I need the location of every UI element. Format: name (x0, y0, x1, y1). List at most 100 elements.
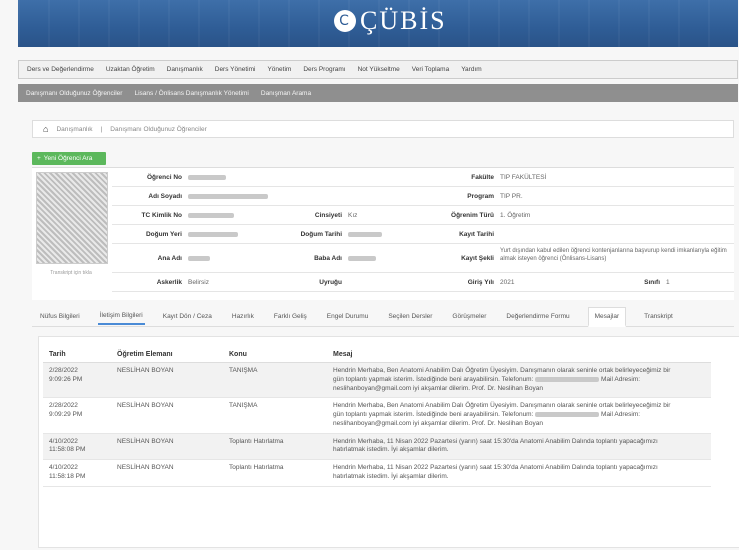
program-label: Program (467, 193, 494, 200)
info-row: Öğrenci No Fakülte TIP FAKÜLTESİ (112, 168, 734, 187)
dogum-yeri-value (188, 231, 238, 238)
askerlik-value: Belirsiz (188, 279, 209, 286)
dogum-yeri-label: Doğum Yeri (145, 231, 182, 238)
ogrenim-turu-label: Öğrenim Türü (451, 212, 494, 219)
tab-nufus-bilgileri[interactable]: Nüfus Bilgileri (38, 309, 82, 324)
subject-cell: TANIŞMA (223, 397, 327, 434)
tab-iletisim-bilgileri[interactable]: İletişim Bilgileri (97, 308, 145, 325)
messages-panel: Tarih Öğretim Elemanı Konu Mesaj 2/28/20… (38, 336, 739, 548)
sub-nav-item[interactable]: Danışmanı Olduğunuz Öğrenciler (26, 90, 122, 97)
ad-soyad-value (188, 193, 268, 200)
date-cell: 4/10/2022 11:58:08 PM (43, 433, 111, 461)
kayit-sekli-label: Kayıt Şekli (461, 255, 494, 262)
ogrenci-no-value (188, 174, 226, 181)
table-row[interactable]: 2/28/2022 9:09:29 PM NESLİHAN BOYAN TANIŞ… (43, 397, 711, 434)
message-cell: Hendrin Merhaba, Ben Anatomi Anabilim Da… (327, 362, 711, 399)
new-student-search-label: Yeni Öğrenci Ara (43, 155, 93, 162)
sub-nav: Danışmanı Olduğunuz Öğrenciler Lisans / … (18, 84, 738, 102)
message-cell: Hendrin Merhaba, 11 Nisan 2022 Pazartesi… (327, 433, 711, 461)
tab-engel-durumu[interactable]: Engel Durumu (325, 309, 371, 324)
transcript-link[interactable]: Transkript için tıkla (36, 270, 106, 276)
logo-text: ÇÜBİS (360, 6, 447, 35)
message-cell: Hendrin Merhaba, Ben Anatomi Anabilim Da… (327, 397, 711, 434)
subject-cell: Toplantı Hatırlatma (223, 459, 327, 487)
tc-value (188, 212, 234, 219)
tab-farkli-gelis[interactable]: Farklı Geliş (272, 309, 309, 324)
breadcrumb-item[interactable]: Danışmanlık (56, 126, 92, 133)
baba-adi-label: Baba Adı (314, 255, 342, 262)
message-cell: Hendrin Merhaba, 11 Nisan 2022 Pazartesi… (327, 459, 711, 487)
program-value: TIP PR. (500, 193, 523, 200)
app-logo[interactable]: C ÇÜBİS (334, 6, 447, 36)
sub-nav-item[interactable]: Danışman Arama (261, 90, 311, 97)
new-student-search-button[interactable]: + Yeni Öğrenci Ara (32, 152, 106, 165)
sub-nav-item[interactable]: Lisans / Önlisans Danışmanlık Yönetimi (134, 90, 248, 97)
top-nav-item[interactable]: Ders ve Değerlendirme (27, 66, 94, 73)
home-icon[interactable]: ⌂ (43, 124, 48, 134)
top-nav-item[interactable]: Yönetim (267, 66, 291, 73)
student-info-panel: Transkript için tıkla Öğrenci No Fakülte… (32, 167, 734, 300)
baba-adi-value (348, 255, 376, 262)
column-header-ogretim-elemani: Öğretim Elemanı (111, 347, 223, 363)
staff-cell: NESLİHAN BOYAN (111, 459, 223, 487)
subject-cell: TANIŞMA (223, 362, 327, 399)
giris-yili-label: Giriş Yılı (467, 279, 494, 286)
ad-soyad-label: Adı Soyadı (148, 193, 182, 200)
tab-hazirlik[interactable]: Hazırlık (230, 309, 256, 324)
dogum-tarihi-value (348, 231, 382, 238)
top-nav-item[interactable]: Ders Yönetimi (215, 66, 256, 73)
ana-adi-value (188, 255, 210, 262)
column-header-tarih: Tarih (43, 347, 111, 363)
breadcrumb-item[interactable]: Danışmanı Olduğunuz Öğrenciler (110, 126, 206, 133)
student-photo[interactable] (36, 172, 108, 264)
ana-adi-label: Ana Adı (157, 255, 182, 262)
ogrenci-no-label: Öğrenci No (146, 174, 182, 181)
table-row[interactable]: 2/28/2022 9:09:26 PM NESLİHAN BOYAN TANIŞ… (43, 362, 711, 399)
tab-mesajlar[interactable]: Mesajlar (587, 306, 627, 327)
info-row: TC Kimlik No Cinsiyeti Kız Öğrenim Türü … (112, 206, 734, 225)
tc-label: TC Kimlik No (141, 212, 182, 219)
sinif-value: 1 (666, 279, 670, 286)
fakulte-label: Fakülte (471, 174, 494, 181)
staff-cell: NESLİHAN BOYAN (111, 362, 223, 399)
cinsiyet-value: Kız (348, 212, 358, 219)
tab-transkript[interactable]: Transkript (642, 309, 675, 324)
info-row: Askerlik Belirsiz Uyruğu Giriş Yılı 2021… (112, 273, 734, 292)
tab-gorusmeler[interactable]: Görüşmeler (450, 309, 488, 324)
kayit-tarihi-label: Kayıt Tarihi (459, 231, 494, 238)
top-nav-item[interactable]: Yardım (461, 66, 481, 73)
staff-cell: NESLİHAN BOYAN (111, 397, 223, 434)
top-nav: Ders ve Değerlendirme Uzaktan Öğretim Da… (18, 60, 738, 79)
header-banner: C ÇÜBİS (18, 0, 738, 47)
info-row: Doğum Yeri Doğum Tarihi Kayıt Tarihi (112, 225, 734, 244)
table-header-row: Tarih Öğretim Elemanı Konu Mesaj (43, 347, 711, 363)
tab-kayit-dondurma[interactable]: Kayıt Dön / Ceza (161, 309, 214, 324)
ogrenim-turu-value: 1. Öğretim (500, 212, 531, 219)
top-nav-item[interactable]: Not Yükseltme (358, 66, 400, 73)
logo-mark-icon: C (334, 10, 356, 32)
top-nav-item[interactable]: Ders Programı (303, 66, 345, 73)
messages-table: Tarih Öğretim Elemanı Konu Mesaj 2/28/20… (43, 347, 711, 487)
tab-degerlendirme-formu[interactable]: Değerlendirme Formu (504, 309, 571, 324)
breadcrumb: ⌂ Danışmanlık | Danışmanı Olduğunuz Öğre… (32, 120, 734, 138)
date-cell: 2/28/2022 9:09:26 PM (43, 362, 111, 399)
top-nav-item[interactable]: Danışmanlık (167, 66, 203, 73)
giris-yili-value: 2021 (500, 279, 515, 286)
student-tabs: Nüfus Bilgileri İletişim Bilgileri Kayıt… (32, 306, 734, 327)
column-header-mesaj: Mesaj (327, 347, 711, 363)
info-row: Ana Adı Baba Adı Kayıt Şekli Yurt dışınd… (112, 244, 734, 273)
kayit-sekli-value: Yurt dışından kabul edilen öğrenci konte… (500, 248, 727, 263)
top-nav-item[interactable]: Uzaktan Öğretim (106, 66, 155, 73)
tab-secilen-dersler[interactable]: Seçilen Dersler (386, 309, 434, 324)
date-cell: 4/10/2022 11:58:18 PM (43, 459, 111, 487)
dogum-tarihi-label: Doğum Tarihi (300, 231, 342, 238)
sinif-label: Sınıfı (644, 279, 660, 286)
top-nav-item[interactable]: Veri Toplama (412, 66, 449, 73)
table-row[interactable]: 4/10/2022 11:58:18 PM NESLİHAN BOYAN Topl… (43, 459, 711, 487)
cinsiyet-label: Cinsiyeti (314, 212, 342, 219)
staff-cell: NESLİHAN BOYAN (111, 433, 223, 461)
table-row[interactable]: 4/10/2022 11:58:08 PM NESLİHAN BOYAN Topl… (43, 433, 711, 461)
plus-icon: + (37, 155, 41, 162)
askerlik-label: Askerlik (156, 279, 182, 286)
date-cell: 2/28/2022 9:09:29 PM (43, 397, 111, 434)
